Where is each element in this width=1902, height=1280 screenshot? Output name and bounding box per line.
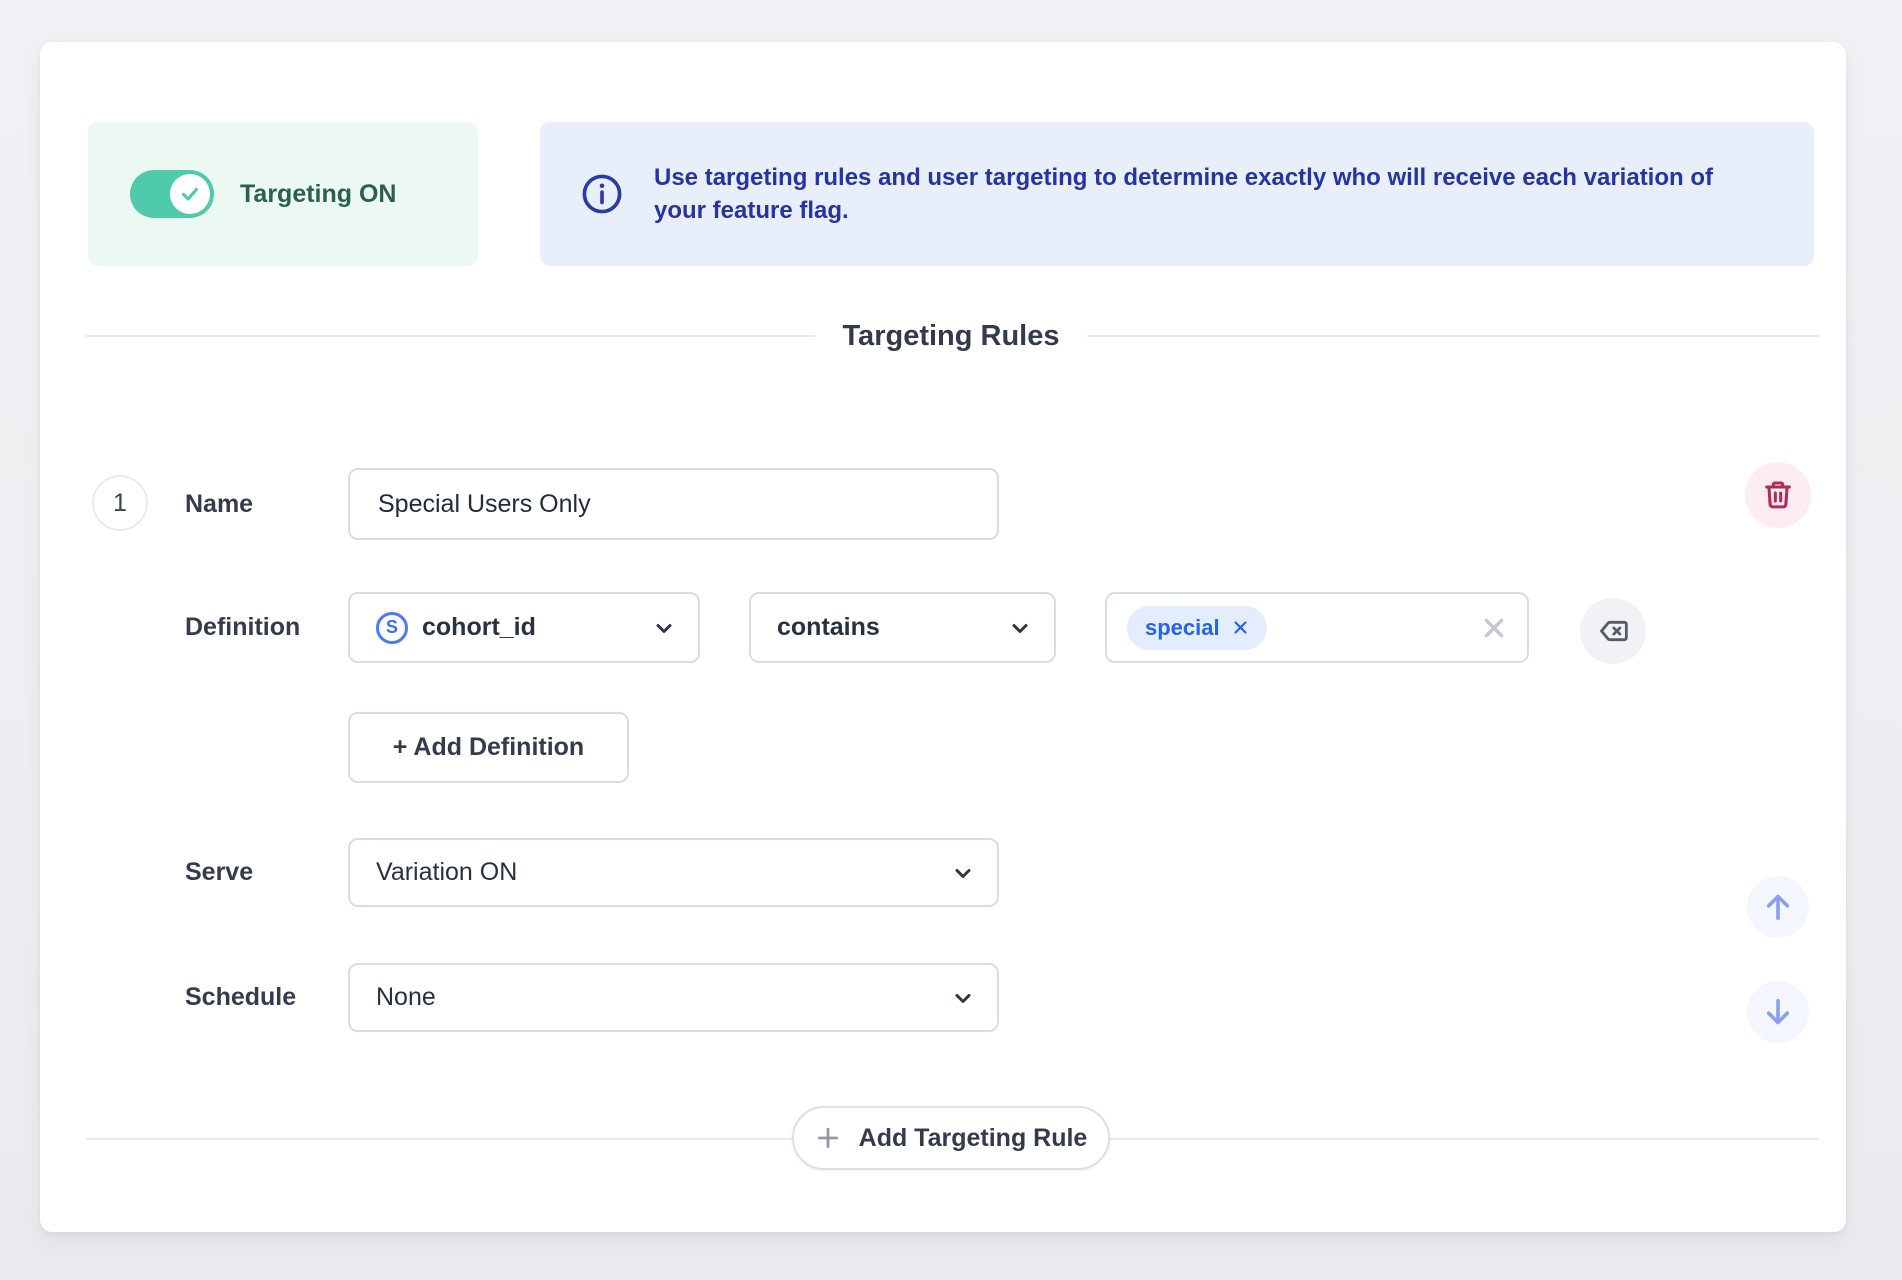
name-label: Name (185, 489, 254, 518)
rule-name-input[interactable]: Special Users Only (348, 468, 999, 540)
chevron-down-icon (656, 623, 672, 633)
chevron-down-icon (955, 993, 971, 1003)
targeting-toggle[interactable] (130, 170, 214, 218)
remove-value-icon[interactable] (1232, 619, 1249, 636)
targeting-card: Targeting ON Use targeting rules and use… (40, 42, 1846, 1232)
arrow-down-icon (1766, 998, 1790, 1025)
info-icon (582, 174, 622, 214)
serve-value: Variation ON (376, 858, 518, 886)
move-rule-down-button[interactable] (1747, 981, 1809, 1043)
rule-number-badge: 1 (92, 475, 148, 531)
targeting-status-panel: Targeting ON (88, 122, 478, 266)
check-icon (182, 187, 198, 201)
info-banner-text: Use targeting rules and user targeting t… (654, 164, 1713, 224)
move-rule-up-button[interactable] (1747, 876, 1809, 938)
definition-operator-select[interactable]: contains (749, 592, 1056, 663)
statsig-field-icon: S (376, 611, 408, 644)
definition-field-select[interactable]: S cohort_id (348, 592, 700, 663)
add-definition-button[interactable]: + Add Definition (348, 712, 629, 783)
operator-value: contains (777, 613, 880, 641)
arrow-up-icon (1766, 894, 1790, 921)
add-targeting-rule-label: Add Targeting Rule (858, 1123, 1088, 1152)
schedule-value: None (376, 983, 436, 1011)
value-chip-label: special (1145, 614, 1220, 640)
plus-icon (817, 1127, 838, 1149)
definition-values-input[interactable]: special (1105, 592, 1529, 663)
chevron-down-icon (955, 868, 971, 878)
delete-rule-button[interactable] (1745, 462, 1811, 528)
definition-label: Definition (185, 613, 301, 641)
chevron-down-icon (1012, 623, 1028, 633)
schedule-select[interactable]: None (348, 963, 999, 1032)
clear-values-icon[interactable] (1481, 615, 1507, 641)
trash-icon (1765, 481, 1791, 509)
serve-select[interactable]: Variation ON (348, 838, 999, 907)
add-targeting-rule-button[interactable]: Add Targeting Rule (792, 1106, 1110, 1170)
targeting-status-label: Targeting ON (240, 179, 397, 208)
remove-definition-button[interactable] (1580, 598, 1646, 664)
schedule-label: Schedule (185, 983, 297, 1011)
serve-label: Serve (185, 858, 254, 886)
toggle-knob (170, 174, 210, 214)
backspace-icon (1600, 620, 1628, 642)
section-title: Targeting Rules (814, 318, 1088, 354)
definition-field-value: cohort_id (422, 613, 536, 641)
info-banner: Use targeting rules and user targeting t… (540, 122, 1814, 266)
value-chip: special (1127, 605, 1267, 650)
